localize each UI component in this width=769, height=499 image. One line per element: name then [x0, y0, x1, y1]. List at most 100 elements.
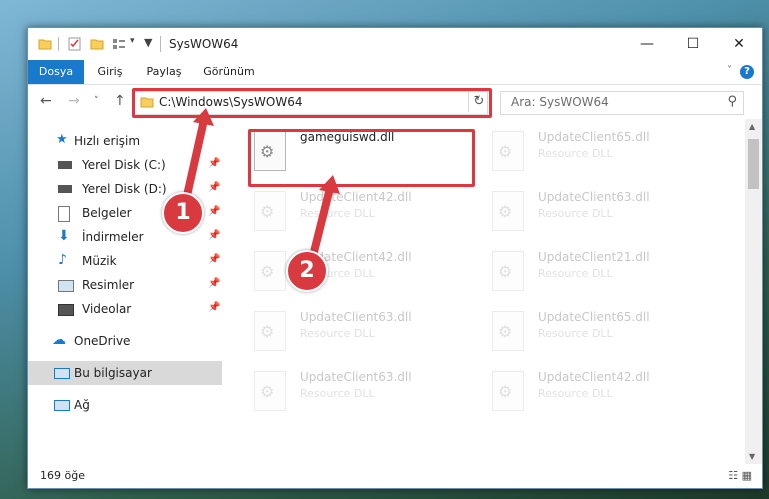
title-separator — [160, 36, 161, 52]
nav-label: Bu bilgisayar — [74, 366, 152, 380]
nav-item-videolar[interactable]: Videolar 📌 — [28, 297, 222, 321]
file-type: Resource DLL — [538, 387, 613, 400]
nav-onedrive[interactable]: ☁ OneDrive — [28, 329, 222, 353]
pin-icon[interactable]: 📌 — [208, 158, 220, 169]
file-name: UpdateClient63.dll — [538, 190, 650, 204]
dll-file-icon: ⚙ — [254, 311, 286, 351]
gear-icon: ⚙ — [260, 202, 275, 221]
gear-icon: ⚙ — [498, 202, 513, 221]
network-icon — [54, 400, 70, 411]
view-toggle-icons[interactable]: ☷ ▦ — [728, 469, 752, 482]
dll-file-icon: ⚙ — [492, 191, 524, 231]
documents-icon — [58, 206, 70, 222]
nav-label: Resimler — [82, 278, 135, 292]
gear-icon: ⚙ — [498, 262, 513, 281]
forward-icon[interactable]: → — [68, 93, 80, 109]
vertical-scrollbar[interactable]: ▲ ▼ — [745, 119, 762, 464]
status-bar: 169 öğe ☷ ▦ — [28, 464, 762, 488]
dll-file-icon: ⚙ — [254, 371, 286, 411]
dll-file-icon: ⚙ — [492, 131, 524, 171]
back-icon[interactable]: ← — [40, 93, 52, 109]
file-type: Resource DLL — [300, 207, 375, 220]
nav-label: Yerel Disk (C:) — [82, 158, 166, 172]
nav-label: İndirmeler — [82, 230, 144, 244]
dll-file-icon: ⚙ — [492, 251, 524, 291]
pin-toolbar-icon[interactable]: ▼ — [144, 36, 158, 50]
file-name: UpdateClient63.dll — [300, 310, 412, 324]
file-list: ⚙ gameguiswd.dll ⚙ UpdateClient42.dll Re… — [224, 119, 738, 464]
file-item[interactable]: ⚙ UpdateClient63.dll Resource DLL — [486, 185, 716, 243]
nav-network[interactable]: Ağ — [28, 393, 222, 417]
pin-icon[interactable]: 📌 — [208, 206, 220, 217]
gear-icon: ⚙ — [260, 322, 275, 341]
download-icon: ⬇ — [58, 228, 70, 244]
file-name: UpdateClient65.dll — [538, 310, 650, 324]
file-item[interactable]: ⚙ UpdateClient42.dll Resource DLL — [248, 245, 478, 303]
pin-icon[interactable]: 📌 — [208, 254, 220, 265]
star-icon: ★ — [56, 132, 68, 147]
nav-label: Ağ — [74, 398, 90, 412]
scroll-thumb[interactable] — [748, 139, 759, 189]
tab-dosya[interactable]: Dosya — [28, 60, 84, 84]
file-item[interactable]: ⚙ UpdateClient63.dll Resource DLL — [248, 365, 478, 423]
file-name: UpdateClient63.dll — [300, 370, 412, 384]
cloud-icon: ☁ — [52, 332, 66, 348]
scroll-down-icon[interactable]: ▼ — [749, 452, 755, 461]
properties-icon[interactable] — [68, 37, 82, 51]
file-type: Resource DLL — [538, 327, 613, 340]
nav-item-yerel-disk-c[interactable]: Yerel Disk (C:) 📌 — [28, 153, 222, 177]
customize-toolbar-icon[interactable] — [112, 37, 126, 51]
file-item[interactable]: ⚙ UpdateClient63.dll Resource DLL — [248, 305, 478, 363]
nav-label: Belgeler — [82, 206, 132, 220]
tab-giris[interactable]: Giriş — [86, 60, 134, 84]
pin-icon[interactable]: 📌 — [208, 302, 220, 313]
file-type: Resource DLL — [300, 387, 375, 400]
step-marker-1: 1 — [162, 192, 204, 234]
scroll-up-icon[interactable]: ▲ — [749, 122, 755, 131]
file-name: UpdateClient42.dll — [538, 370, 650, 384]
gear-icon: ⚙ — [498, 142, 513, 161]
file-item[interactable]: ⚙ UpdateClient21.dll Resource DLL — [486, 245, 716, 303]
minimize-button[interactable]: — — [624, 28, 670, 60]
pin-icon[interactable]: 📌 — [208, 278, 220, 289]
file-highlight-box — [248, 129, 475, 187]
dll-file-icon: ⚙ — [492, 371, 524, 411]
address-row: ← → ˅ ↑ C:\Windows\SysWOW64 ˅ ↻ Ara: Sys… — [28, 85, 762, 119]
file-item[interactable]: ⚙ UpdateClient65.dll Resource DLL — [486, 305, 716, 363]
window-title: SysWOW64 — [169, 37, 239, 51]
tab-paylas[interactable]: Paylaş — [138, 60, 190, 84]
file-item[interactable]: ⚙ UpdateClient65.dll Resource DLL — [486, 125, 716, 183]
drive-icon — [58, 161, 72, 169]
tab-gorunum[interactable]: Görünüm — [196, 60, 262, 84]
toolbar-dropdown-icon[interactable]: ▾ — [130, 36, 144, 50]
file-type: Resource DLL — [538, 147, 613, 160]
recent-locations-icon[interactable]: ˅ — [94, 96, 99, 106]
nav-quick-access[interactable]: ★ Hızlı erişim — [28, 129, 222, 153]
help-icon[interactable]: ? — [740, 65, 754, 79]
new-folder-icon[interactable] — [90, 37, 104, 51]
gear-icon: ⚙ — [260, 262, 275, 281]
explorer-window: ▾ ▼ SysWOW64 — ☐ ✕ Dosya Giriş Paylaş Gö… — [27, 27, 763, 489]
computer-icon — [54, 368, 70, 379]
nav-item-muzik[interactable]: ♪ Müzik 📌 — [28, 249, 222, 273]
nav-this-pc[interactable]: Bu bilgisayar — [28, 361, 222, 385]
up-icon[interactable]: ↑ — [114, 93, 126, 109]
search-icon[interactable]: ⚲ — [727, 94, 737, 109]
gear-icon: ⚙ — [498, 322, 513, 341]
pin-icon[interactable]: 📌 — [208, 182, 220, 193]
file-item[interactable]: ⚙ UpdateClient42.dll Resource DLL — [248, 185, 478, 243]
file-item[interactable]: ⚙ UpdateClient42.dll Resource DLL — [486, 365, 716, 423]
close-button[interactable]: ✕ — [716, 28, 762, 60]
expand-ribbon-icon[interactable]: ˅ — [727, 65, 732, 76]
nav-item-resimler[interactable]: Resimler 📌 — [28, 273, 222, 297]
music-icon: ♪ — [58, 252, 67, 268]
pin-icon[interactable]: 📌 — [208, 230, 220, 241]
file-name: UpdateClient21.dll — [538, 250, 650, 264]
maximize-button[interactable]: ☐ — [670, 28, 716, 60]
address-highlight-box — [132, 88, 492, 118]
gear-icon: ⚙ — [498, 382, 513, 401]
search-input[interactable]: Ara: SysWOW64 ⚲ — [500, 91, 744, 115]
nav-label: Yerel Disk (D:) — [82, 182, 167, 196]
file-type: Resource DLL — [538, 267, 613, 280]
item-count: 169 öğe — [40, 469, 85, 482]
